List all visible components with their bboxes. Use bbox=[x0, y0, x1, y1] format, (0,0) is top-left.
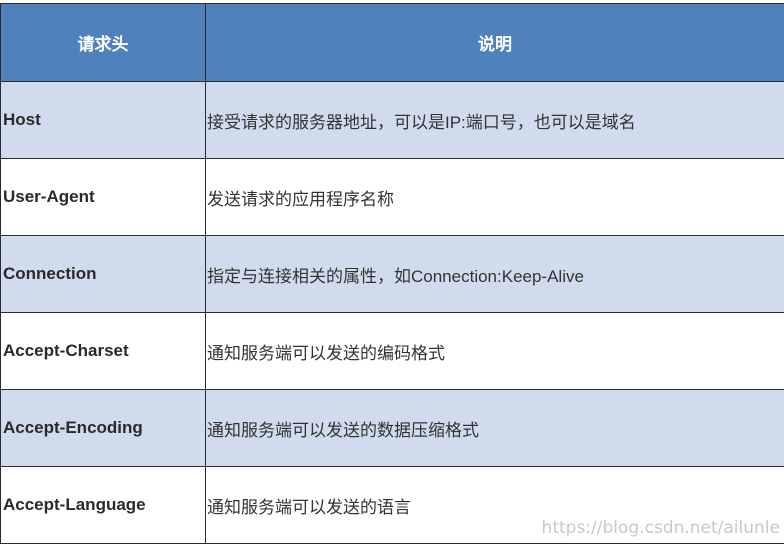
header-description-cell: 指定与连接相关的属性，如Connection:Keep-Alive bbox=[206, 236, 784, 313]
column-header-request-header: 请求头 bbox=[1, 4, 206, 82]
header-description-cell: 通知服务端可以发送的数据压缩格式 bbox=[206, 390, 784, 467]
header-name-cell: Host bbox=[1, 82, 206, 159]
table-row: Accept-Charset 通知服务端可以发送的编码格式 bbox=[1, 313, 784, 390]
request-headers-table-container: 请求头 说明 Host 接受请求的服务器地址，可以是IP:端口号，也可以是域名 … bbox=[0, 3, 784, 542]
header-description-cell: 通知服务端可以发送的编码格式 bbox=[206, 313, 784, 390]
header-description-cell: 通知服务端可以发送的语言 bbox=[206, 467, 784, 544]
header-name-cell: Accept-Charset bbox=[1, 313, 206, 390]
table-header-row: 请求头 说明 bbox=[1, 4, 784, 82]
header-name-cell: Accept-Encoding bbox=[1, 390, 206, 467]
header-name-cell: Connection bbox=[1, 236, 206, 313]
table-row: User-Agent 发送请求的应用程序名称 bbox=[1, 159, 784, 236]
header-name-cell: User-Agent bbox=[1, 159, 206, 236]
table-row: Accept-Language 通知服务端可以发送的语言 bbox=[1, 467, 784, 544]
column-header-description: 说明 bbox=[206, 4, 784, 82]
header-description-cell: 接受请求的服务器地址，可以是IP:端口号，也可以是域名 bbox=[206, 82, 784, 159]
table-row: Host 接受请求的服务器地址，可以是IP:端口号，也可以是域名 bbox=[1, 82, 784, 159]
header-name-cell: Accept-Language bbox=[1, 467, 206, 544]
table-row: Connection 指定与连接相关的属性，如Connection:Keep-A… bbox=[1, 236, 784, 313]
header-description-cell: 发送请求的应用程序名称 bbox=[206, 159, 784, 236]
table-row: Accept-Encoding 通知服务端可以发送的数据压缩格式 bbox=[1, 390, 784, 467]
request-headers-table: 请求头 说明 Host 接受请求的服务器地址，可以是IP:端口号，也可以是域名 … bbox=[0, 3, 784, 544]
